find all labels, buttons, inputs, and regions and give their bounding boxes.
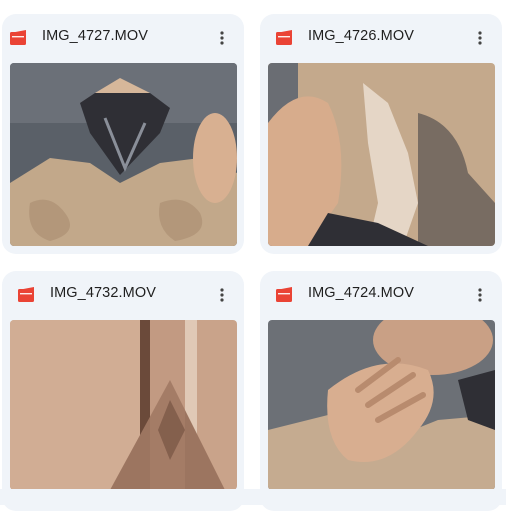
file-name: IMG_4732.MOV <box>50 285 156 301</box>
file-card-header: IMG_4732.MOV <box>2 271 244 319</box>
video-thumbnail[interactable] <box>10 320 237 490</box>
video-file-icon <box>10 30 26 45</box>
video-file-icon <box>276 287 292 302</box>
file-name: IMG_4724.MOV <box>308 285 414 301</box>
video-thumbnail[interactable] <box>268 320 495 490</box>
file-card-header: IMG_4727.MOV <box>2 14 244 62</box>
video-thumbnail[interactable] <box>10 63 237 246</box>
bottom-strip <box>0 489 506 505</box>
more-vert-icon[interactable] <box>212 285 232 305</box>
file-card[interactable]: IMG_4726.MOV <box>260 14 502 254</box>
file-card[interactable]: IMG_4732.MOV <box>2 271 244 511</box>
more-vert-icon[interactable] <box>470 285 490 305</box>
file-name: IMG_4726.MOV <box>308 28 414 44</box>
video-thumbnail[interactable] <box>268 63 495 246</box>
file-card[interactable]: IMG_4727.MOV <box>2 14 244 254</box>
file-card-header: IMG_4726.MOV <box>260 14 502 62</box>
file-name: IMG_4727.MOV <box>42 28 148 44</box>
video-file-icon <box>18 287 34 302</box>
file-card-header: IMG_4724.MOV <box>260 271 502 319</box>
more-vert-icon[interactable] <box>470 28 490 48</box>
more-vert-icon[interactable] <box>212 28 232 48</box>
file-card[interactable]: IMG_4724.MOV <box>260 271 502 511</box>
video-file-icon <box>276 30 292 45</box>
